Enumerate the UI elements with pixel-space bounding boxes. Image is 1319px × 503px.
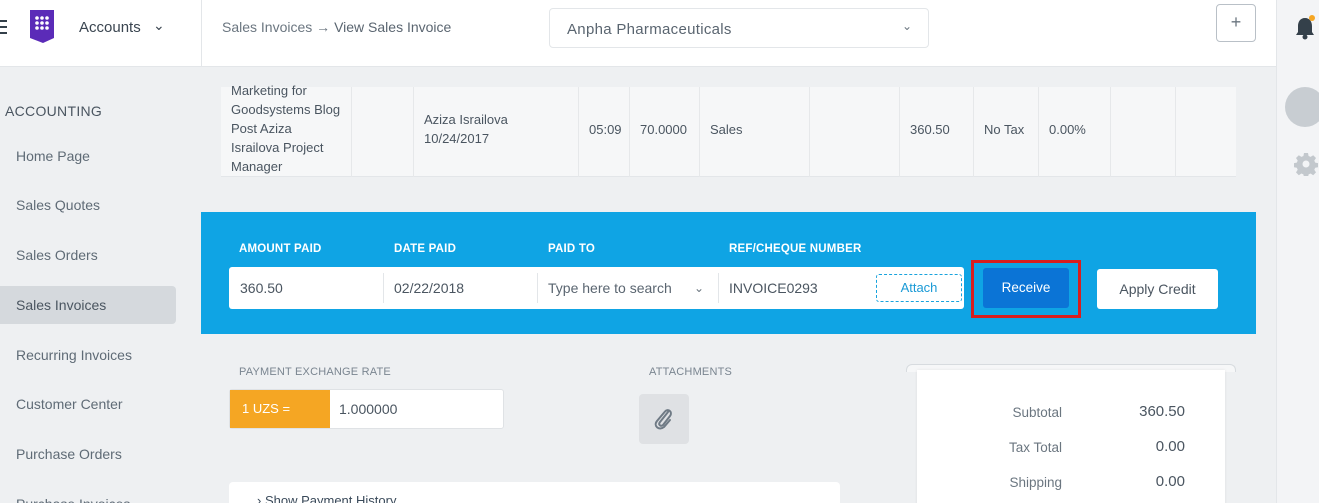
subtotal-value: 360.50	[1139, 403, 1185, 420]
exchange-rate-label: PAYMENT EXCHANGE RATE	[239, 366, 391, 378]
app-logo-icon[interactable]	[27, 8, 57, 44]
sidebar-item-customer-center[interactable]: Customer Center	[0, 385, 176, 423]
sidebar-item-purchase-orders[interactable]: Purchase Orders	[0, 435, 176, 473]
tax-total-value: 0.00	[1155, 438, 1185, 455]
company-select-value: Anpha Pharmaceuticals	[567, 21, 732, 38]
sidebar-item-sales-orders[interactable]: Sales Orders	[0, 236, 176, 274]
attachment-button[interactable]	[639, 394, 689, 444]
notification-bell-icon[interactable]	[1294, 15, 1316, 41]
amount-paid-input[interactable]: 360.50	[240, 267, 380, 309]
attachments-label: ATTACHMENTS	[649, 366, 733, 378]
chevron-down-icon: ⌄	[901, 19, 912, 33]
app-switcher[interactable]: Accounts	[79, 19, 141, 36]
line-amount: 360.50	[910, 122, 950, 137]
sidebar-section-title: ACCOUNTING	[5, 103, 103, 119]
breadcrumb-current: View Sales Invoice	[334, 19, 452, 35]
ref-number-label: REF/CHEQUE NUMBER	[729, 243, 862, 255]
date-paid-label: DATE PAID	[394, 243, 457, 255]
payment-panel: AMOUNT PAID DATE PAID PAID TO REF/CHEQUE…	[201, 212, 1256, 334]
company-select[interactable]: Anpha Pharmaceuticals ⌄	[549, 8, 929, 48]
line-account: Sales	[710, 122, 743, 137]
sidebar-item-purchase-invoices[interactable]: Purchase Invoices	[0, 485, 176, 503]
ref-number-input[interactable]: INVOICE0293	[729, 267, 869, 309]
paid-to-search[interactable]: Type here to search	[548, 267, 698, 309]
breadcrumb-arrow-icon: →	[316, 19, 331, 35]
line-tax: No Tax	[984, 122, 1025, 137]
sidebar-item-home-page[interactable]: Home Page	[0, 137, 176, 175]
line-hours: 05:09	[589, 122, 622, 137]
payment-history-label: › Show Payment History	[257, 493, 397, 503]
divider	[201, 0, 202, 67]
add-button[interactable]: +	[1216, 4, 1256, 42]
gear-icon[interactable]	[1294, 152, 1318, 176]
line-description: Marketing for Goodsystems Blog Post Aziz…	[231, 83, 341, 174]
shipping-label: Shipping	[1009, 475, 1062, 490]
exchange-rate-input[interactable]: 1.000000	[339, 390, 397, 428]
receive-button[interactable]: Receive	[983, 268, 1069, 308]
avatar[interactable]	[1285, 87, 1319, 127]
sidebar-item-recurring-invoices[interactable]: Recurring Invoices	[0, 336, 176, 374]
date-paid-input[interactable]: 02/22/2018	[394, 267, 534, 309]
exchange-currency: 1 UZS =	[230, 390, 330, 428]
top-bar: Accounts ⌄ Sales Invoices → View Sales I…	[0, 0, 1276, 67]
line-tax-rate: 0.00%	[1049, 122, 1086, 137]
right-rail	[1276, 0, 1319, 503]
payment-fields: 360.50 02/22/2018 Type here to search ⌄ …	[229, 267, 964, 309]
attach-button[interactable]: Attach	[876, 274, 962, 302]
subtotal-label: Subtotal	[1012, 405, 1062, 420]
line-person: Aziza Israilova 10/24/2017	[424, 112, 508, 146]
invoice-line-row: Marketing for Goodsystems Blog Post Aziz…	[221, 83, 1236, 177]
exchange-rate-field[interactable]: 1 UZS = 1.000000	[229, 389, 504, 429]
sidebar: ACCOUNTING Home Page Sales Quotes Sales …	[0, 67, 201, 503]
menu-icon[interactable]	[0, 20, 7, 34]
amount-paid-label: AMOUNT PAID	[239, 243, 322, 255]
breadcrumb-parent[interactable]: Sales Invoices	[222, 19, 312, 35]
sidebar-item-sales-quotes[interactable]: Sales Quotes	[0, 186, 176, 224]
breadcrumb: Sales Invoices → View Sales Invoice	[222, 19, 451, 35]
shipping-value: 0.00	[1155, 473, 1185, 490]
chevron-down-icon[interactable]: ⌄	[153, 17, 165, 34]
payment-history-toggle[interactable]: › Show Payment History	[229, 482, 840, 503]
line-rate: 70.0000	[640, 122, 687, 137]
apply-credit-button[interactable]: Apply Credit	[1097, 269, 1218, 309]
sidebar-item-sales-invoices[interactable]: Sales Invoices	[0, 286, 176, 324]
paperclip-icon	[654, 409, 672, 430]
tax-total-label: Tax Total	[1008, 440, 1062, 455]
main-content: Marketing for Goodsystems Blog Post Aziz…	[201, 67, 1276, 503]
paid-to-label: PAID TO	[548, 243, 595, 255]
totals-panel: Subtotal 360.50 Tax Total 0.00 Shipping …	[917, 370, 1225, 503]
chevron-down-icon[interactable]: ⌄	[694, 267, 704, 309]
